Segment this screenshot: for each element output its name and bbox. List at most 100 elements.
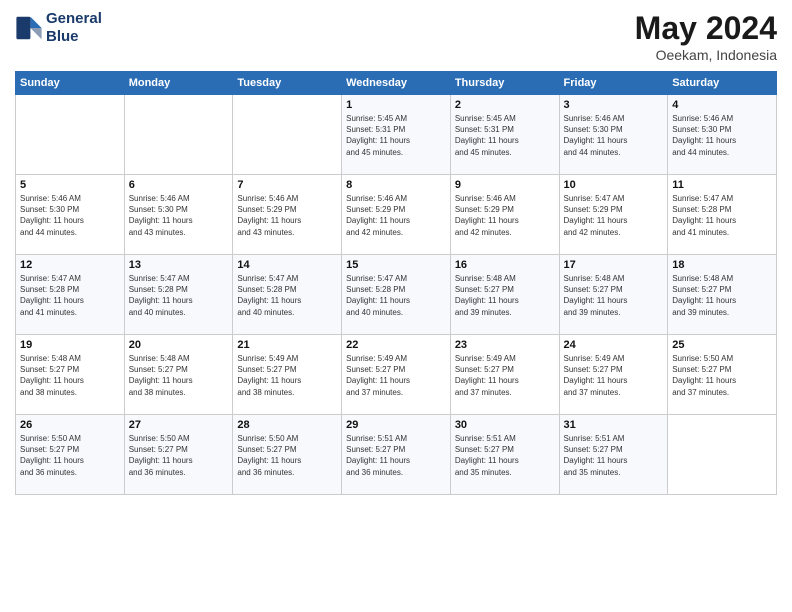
day-cell: 5 Sunrise: 5:46 AMSunset: 5:30 PMDaylight… xyxy=(16,175,125,255)
day-number: 9 xyxy=(455,179,555,191)
day-cell: 11 Sunrise: 5:47 AMSunset: 5:28 PMDayligh… xyxy=(668,175,777,255)
day-cell xyxy=(124,95,233,175)
calendar-header-row: SundayMondayTuesdayWednesdayThursdayFrid… xyxy=(16,72,777,95)
day-info: Sunrise: 5:49 AMSunset: 5:27 PMDaylight:… xyxy=(346,353,446,398)
day-header-friday: Friday xyxy=(559,72,668,95)
day-number: 18 xyxy=(672,259,772,271)
day-number: 17 xyxy=(564,259,664,271)
day-number: 20 xyxy=(129,339,229,351)
day-info: Sunrise: 5:46 AMSunset: 5:29 PMDaylight:… xyxy=(237,193,337,238)
day-info: Sunrise: 5:48 AMSunset: 5:27 PMDaylight:… xyxy=(564,273,664,318)
day-info: Sunrise: 5:51 AMSunset: 5:27 PMDaylight:… xyxy=(346,433,446,478)
day-cell: 19Sunrise: 5:48 AMSunset: 5:27 PMDayligh… xyxy=(16,335,125,415)
day-info: Sunrise: 5:47 AMSunset: 5:28 PMDaylight:… xyxy=(346,273,446,318)
day-number: 5 xyxy=(20,179,120,191)
day-info: Sunrise: 5:46 AMSunset: 5:30 PMDaylight:… xyxy=(564,113,664,158)
day-info: Sunrise: 5:47 AMSunset: 5:29 PMDaylight:… xyxy=(564,193,664,238)
day-info: Sunrise: 5:49 AMSunset: 5:27 PMDaylight:… xyxy=(237,353,337,398)
day-number: 23 xyxy=(455,339,555,351)
day-info: Sunrise: 5:50 AMSunset: 5:27 PMDaylight:… xyxy=(672,353,772,398)
day-info: Sunrise: 5:48 AMSunset: 5:27 PMDaylight:… xyxy=(672,273,772,318)
week-row-1: 1 Sunrise: 5:45 AMSunset: 5:31 PMDaylight… xyxy=(16,95,777,175)
day-cell: 14Sunrise: 5:47 AMSunset: 5:28 PMDayligh… xyxy=(233,255,342,335)
day-cell: 1 Sunrise: 5:45 AMSunset: 5:31 PMDaylight… xyxy=(342,95,451,175)
day-info: Sunrise: 5:49 AMSunset: 5:27 PMDaylight:… xyxy=(564,353,664,398)
week-row-3: 12Sunrise: 5:47 AMSunset: 5:28 PMDayligh… xyxy=(16,255,777,335)
day-number: 21 xyxy=(237,339,337,351)
day-cell: 15 Sunrise: 5:47 AMSunset: 5:28 PMDayligh… xyxy=(342,255,451,335)
day-cell: 25 Sunrise: 5:50 AMSunset: 5:27 PMDayligh… xyxy=(668,335,777,415)
day-header-monday: Monday xyxy=(124,72,233,95)
day-number: 28 xyxy=(237,419,337,431)
day-info: Sunrise: 5:46 AMSunset: 5:29 PMDaylight:… xyxy=(346,193,446,238)
day-number: 16 xyxy=(455,259,555,271)
day-cell: 28 Sunrise: 5:50 AMSunset: 5:27 PMDayligh… xyxy=(233,415,342,495)
day-info: Sunrise: 5:46 AMSunset: 5:30 PMDaylight:… xyxy=(672,113,772,158)
day-info: Sunrise: 5:47 AMSunset: 5:28 PMDaylight:… xyxy=(20,273,120,318)
day-info: Sunrise: 5:50 AMSunset: 5:27 PMDaylight:… xyxy=(129,433,229,478)
day-cell: 30Sunrise: 5:51 AMSunset: 5:27 PMDayligh… xyxy=(450,415,559,495)
day-info: Sunrise: 5:51 AMSunset: 5:27 PMDaylight:… xyxy=(564,433,664,478)
day-header-thursday: Thursday xyxy=(450,72,559,95)
day-cell: 21 Sunrise: 5:49 AMSunset: 5:27 PMDayligh… xyxy=(233,335,342,415)
header: General Blue May 2024 Oeekam, Indonesia xyxy=(15,10,777,63)
day-cell: 4 Sunrise: 5:46 AMSunset: 5:30 PMDaylight… xyxy=(668,95,777,175)
day-cell: 20 Sunrise: 5:48 AMSunset: 5:27 PMDayligh… xyxy=(124,335,233,415)
day-number: 7 xyxy=(237,179,337,191)
day-info: Sunrise: 5:48 AMSunset: 5:27 PMDaylight:… xyxy=(455,273,555,318)
logo-icon xyxy=(15,14,43,42)
day-number: 6 xyxy=(129,179,229,191)
day-cell: 18 Sunrise: 5:48 AMSunset: 5:27 PMDayligh… xyxy=(668,255,777,335)
day-info: Sunrise: 5:45 AMSunset: 5:31 PMDaylight:… xyxy=(455,113,555,158)
day-info: Sunrise: 5:46 AMSunset: 5:30 PMDaylight:… xyxy=(20,193,120,238)
day-number: 30 xyxy=(455,419,555,431)
day-number: 3 xyxy=(564,99,664,111)
day-number: 25 xyxy=(672,339,772,351)
day-number: 22 xyxy=(346,339,446,351)
day-number: 1 xyxy=(346,99,446,111)
day-cell: 12Sunrise: 5:47 AMSunset: 5:28 PMDayligh… xyxy=(16,255,125,335)
day-cell: 6Sunrise: 5:46 AMSunset: 5:30 PMDaylight… xyxy=(124,175,233,255)
day-cell: 3 Sunrise: 5:46 AMSunset: 5:30 PMDaylight… xyxy=(559,95,668,175)
day-number: 29 xyxy=(346,419,446,431)
location: Oeekam, Indonesia xyxy=(635,47,777,63)
day-number: 8 xyxy=(346,179,446,191)
day-info: Sunrise: 5:47 AMSunset: 5:28 PMDaylight:… xyxy=(672,193,772,238)
day-info: Sunrise: 5:50 AMSunset: 5:27 PMDaylight:… xyxy=(20,433,120,478)
day-cell: 8 Sunrise: 5:46 AMSunset: 5:29 PMDaylight… xyxy=(342,175,451,255)
month-title: May 2024 xyxy=(635,10,777,47)
day-number: 4 xyxy=(672,99,772,111)
day-header-saturday: Saturday xyxy=(668,72,777,95)
day-number: 2 xyxy=(455,99,555,111)
day-cell: 29 Sunrise: 5:51 AMSunset: 5:27 PMDayligh… xyxy=(342,415,451,495)
day-cell: 24 Sunrise: 5:49 AMSunset: 5:27 PMDayligh… xyxy=(559,335,668,415)
day-info: Sunrise: 5:47 AMSunset: 5:28 PMDaylight:… xyxy=(129,273,229,318)
day-cell: 22 Sunrise: 5:49 AMSunset: 5:27 PMDayligh… xyxy=(342,335,451,415)
day-number: 15 xyxy=(346,259,446,271)
day-cell: 16 Sunrise: 5:48 AMSunset: 5:27 PMDayligh… xyxy=(450,255,559,335)
day-info: Sunrise: 5:46 AMSunset: 5:29 PMDaylight:… xyxy=(455,193,555,238)
day-header-wednesday: Wednesday xyxy=(342,72,451,95)
week-row-5: 26 Sunrise: 5:50 AMSunset: 5:27 PMDayligh… xyxy=(16,415,777,495)
day-number: 24 xyxy=(564,339,664,351)
day-header-tuesday: Tuesday xyxy=(233,72,342,95)
day-number: 11 xyxy=(672,179,772,191)
day-number: 27 xyxy=(129,419,229,431)
day-info: Sunrise: 5:45 AMSunset: 5:31 PMDaylight:… xyxy=(346,113,446,158)
day-number: 26 xyxy=(20,419,120,431)
week-row-2: 5 Sunrise: 5:46 AMSunset: 5:30 PMDaylight… xyxy=(16,175,777,255)
day-cell: 23Sunrise: 5:49 AMSunset: 5:27 PMDayligh… xyxy=(450,335,559,415)
day-info: Sunrise: 5:48 AMSunset: 5:27 PMDaylight:… xyxy=(129,353,229,398)
day-info: Sunrise: 5:48 AMSunset: 5:27 PMDaylight:… xyxy=(20,353,120,398)
title-area: May 2024 Oeekam, Indonesia xyxy=(635,10,777,63)
day-cell: 7 Sunrise: 5:46 AMSunset: 5:29 PMDaylight… xyxy=(233,175,342,255)
day-info: Sunrise: 5:50 AMSunset: 5:27 PMDaylight:… xyxy=(237,433,337,478)
day-header-sunday: Sunday xyxy=(16,72,125,95)
day-number: 13 xyxy=(129,259,229,271)
logo: General Blue xyxy=(15,10,102,46)
calendar-table: SundayMondayTuesdayWednesdayThursdayFrid… xyxy=(15,71,777,495)
day-cell: 17 Sunrise: 5:48 AMSunset: 5:27 PMDayligh… xyxy=(559,255,668,335)
week-row-4: 19Sunrise: 5:48 AMSunset: 5:27 PMDayligh… xyxy=(16,335,777,415)
day-cell: 31Sunrise: 5:51 AMSunset: 5:27 PMDayligh… xyxy=(559,415,668,495)
day-number: 10 xyxy=(564,179,664,191)
